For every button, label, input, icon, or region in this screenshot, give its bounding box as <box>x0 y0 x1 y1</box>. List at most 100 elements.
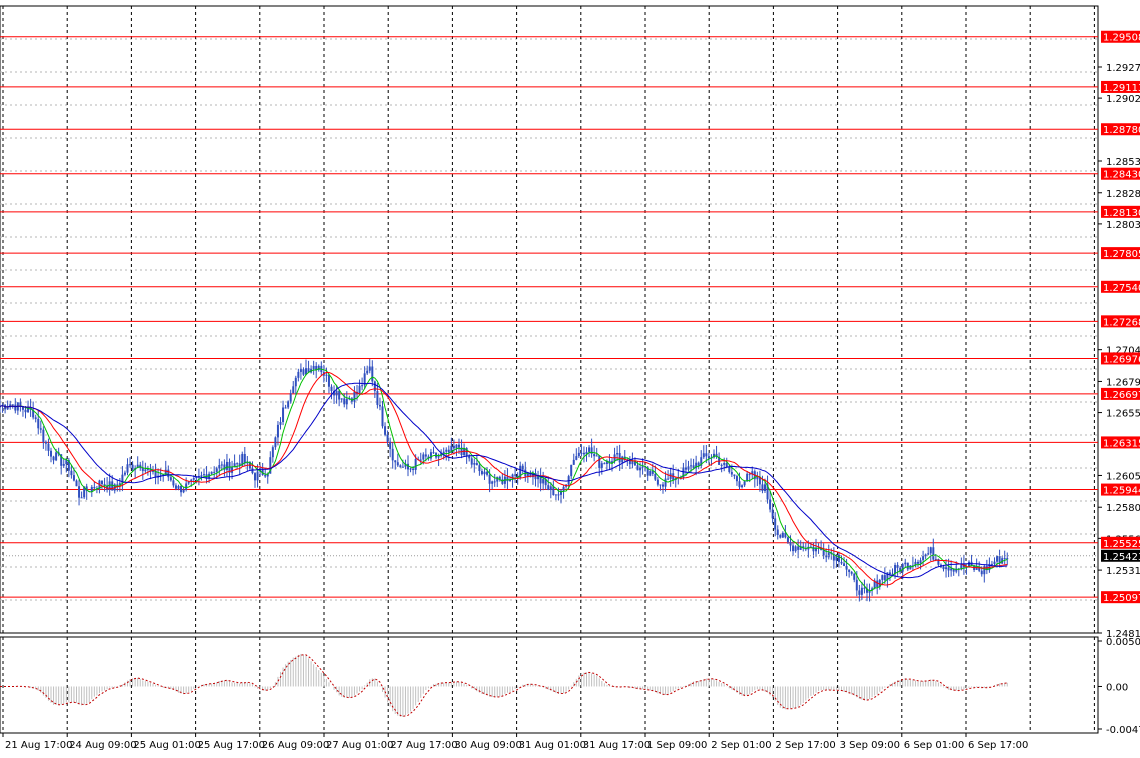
candle-body <box>603 463 606 465</box>
candle-body <box>491 481 494 484</box>
price-tick-label: 1.25805 <box>1106 503 1140 514</box>
time-tick-label: 27 Aug 17:00 <box>390 740 457 751</box>
candle-body <box>493 481 496 483</box>
candle-body <box>797 546 800 550</box>
candle-body <box>335 390 338 396</box>
candle-body <box>860 587 863 595</box>
candle-body <box>748 473 751 475</box>
price-tick-label: 1.29270 <box>1106 63 1140 74</box>
candle-body <box>203 474 205 476</box>
candle-body <box>254 473 256 481</box>
candle-body <box>756 477 759 480</box>
candle-body <box>6 407 9 410</box>
candle-body <box>256 471 259 481</box>
candle-body <box>600 463 603 468</box>
candle-body <box>180 486 183 493</box>
candle-body <box>827 552 830 558</box>
price-chart[interactable]: 21 Aug 17:00 24 Aug 09:00 25 Aug 01:00 25 A… <box>0 0 1140 754</box>
candle-body <box>570 464 573 477</box>
time-tick-label: 2 Sep 01:00 <box>711 740 771 751</box>
candle-body <box>837 554 840 562</box>
candle-body <box>70 470 73 476</box>
candle-body <box>371 366 374 382</box>
candle-body <box>781 532 784 538</box>
candle-body <box>947 567 950 571</box>
candle-body <box>667 478 670 480</box>
candle-body <box>848 569 851 572</box>
candle-body <box>794 546 797 552</box>
time-tick-label: 27 Aug 01:00 <box>326 740 393 751</box>
candle-body <box>366 370 369 374</box>
candle-body <box>409 468 412 470</box>
candle-body <box>299 369 302 372</box>
candle-body <box>187 481 190 484</box>
level-label: 1.25097 <box>1103 593 1140 604</box>
candle-body <box>850 571 853 574</box>
candle-body <box>738 481 741 488</box>
candle-body <box>458 444 460 448</box>
candle-body <box>894 564 897 574</box>
candle-body <box>575 456 578 460</box>
candle-body <box>302 369 305 375</box>
candle-body <box>432 452 435 454</box>
candle-body <box>327 374 330 387</box>
candle-body <box>932 547 935 560</box>
price-tick-label: 1.28280 <box>1106 189 1140 200</box>
level-label: 1.29508 <box>1103 33 1140 44</box>
candle-body <box>11 404 14 406</box>
candle-body <box>929 547 932 554</box>
level-label: 1.25525 <box>1103 539 1140 550</box>
candle-body <box>812 546 815 552</box>
time-tick-label: 25 Aug 01:00 <box>133 740 200 751</box>
candle-body <box>414 459 417 471</box>
price-tick-label: 1.28035 <box>1106 220 1140 231</box>
candle-body <box>705 453 708 457</box>
candle-body <box>399 465 402 468</box>
candle-body <box>1006 558 1009 560</box>
candle-body <box>904 562 907 565</box>
candle-body <box>386 434 389 442</box>
candle-body <box>271 447 274 458</box>
candle-body <box>822 550 825 556</box>
candle-body <box>901 564 904 572</box>
time-tick-label: 25 Aug 17:00 <box>198 740 265 751</box>
candle-body <box>131 464 134 470</box>
candle-body <box>80 497 83 499</box>
candle-body <box>863 587 866 589</box>
candle-body <box>312 365 315 370</box>
candle-body <box>368 366 371 371</box>
candle-body <box>980 570 983 575</box>
candle-body <box>419 459 422 461</box>
candle-body <box>554 494 557 496</box>
candle-body <box>593 453 596 457</box>
candle-body <box>373 381 376 392</box>
candle-body <box>475 463 478 466</box>
candle-body <box>572 459 575 465</box>
candle-body <box>452 445 455 449</box>
candle-body <box>381 406 384 427</box>
price-tick-label: 1.26055 <box>1106 471 1140 482</box>
candle-body <box>690 465 693 467</box>
candle-body <box>412 468 415 471</box>
candle-body <box>144 469 147 472</box>
candle-body <box>942 566 945 570</box>
candle-body <box>725 462 728 467</box>
candle-body <box>845 565 848 570</box>
candle-body <box>588 447 591 452</box>
current-price-label: 1.25423 <box>1103 552 1140 563</box>
candle-body <box>636 465 639 471</box>
candle-body <box>735 476 738 482</box>
candle-body <box>616 453 619 455</box>
candle-body <box>129 464 132 466</box>
candle-body <box>659 484 662 486</box>
time-tick-label: 26 Aug 09:00 <box>262 740 329 751</box>
candle-body <box>746 473 749 482</box>
candle-body <box>521 465 524 470</box>
level-label: 1.28430 <box>1103 170 1140 181</box>
candle-body <box>542 479 545 484</box>
candle-body <box>774 518 777 530</box>
candle-body <box>243 453 246 464</box>
candle-body <box>361 385 364 387</box>
candle-body <box>514 474 517 476</box>
candle-body <box>292 386 295 394</box>
